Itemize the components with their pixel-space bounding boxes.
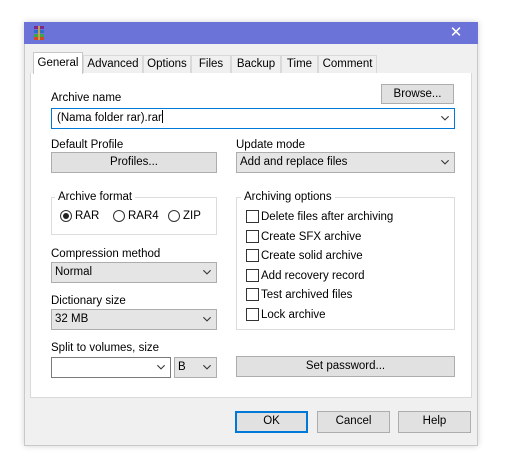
tab-comment[interactable]: Comment bbox=[318, 55, 377, 73]
update-mode-select[interactable]: Add and replace files bbox=[236, 152, 455, 173]
chevron-down-icon bbox=[202, 364, 212, 370]
update-mode-value: Add and replace files bbox=[240, 156, 348, 168]
dictionary-size-value: 32 MB bbox=[55, 313, 89, 325]
chevron-down-icon bbox=[202, 269, 212, 275]
archive-name-input[interactable]: (Nama folder rar).rar bbox=[51, 108, 455, 129]
tab-general[interactable]: General bbox=[33, 52, 83, 74]
radio-zip-label[interactable]: ZIP bbox=[183, 209, 201, 223]
split-volumes-unit-select[interactable]: B bbox=[174, 357, 217, 378]
radio-rar4[interactable] bbox=[113, 210, 125, 222]
radio-zip[interactable] bbox=[168, 210, 180, 222]
winrar-app-icon bbox=[34, 26, 44, 40]
compression-method-select[interactable]: Normal bbox=[51, 262, 217, 283]
ok-button[interactable]: OK bbox=[235, 411, 308, 433]
browse-button[interactable]: Browse... bbox=[381, 84, 454, 104]
tab-backup[interactable]: Backup bbox=[231, 55, 281, 73]
update-mode-label: Update mode bbox=[236, 139, 306, 151]
compression-method-label: Compression method bbox=[51, 248, 161, 260]
compression-method-value: Normal bbox=[55, 266, 93, 278]
radio-rar[interactable] bbox=[60, 210, 72, 222]
split-volumes-label: Split to volumes, size bbox=[51, 342, 160, 354]
checkbox-create-solid-label[interactable]: Create solid archive bbox=[261, 249, 363, 263]
checkbox-recovery-record-label[interactable]: Add recovery record bbox=[261, 269, 365, 283]
tab-files[interactable]: Files bbox=[191, 55, 231, 73]
checkbox-lock-archive[interactable] bbox=[246, 308, 259, 321]
checkbox-test-files[interactable] bbox=[246, 288, 259, 301]
checkbox-create-sfx[interactable] bbox=[246, 230, 259, 243]
profiles-button[interactable]: Profiles... bbox=[51, 152, 217, 173]
dictionary-size-select[interactable]: 32 MB bbox=[51, 309, 217, 330]
radio-rar-label[interactable]: RAR bbox=[75, 209, 99, 223]
default-profile-label: Default Profile bbox=[51, 139, 124, 151]
chevron-down-icon[interactable] bbox=[440, 109, 450, 128]
radio-rar4-label[interactable]: RAR4 bbox=[128, 209, 159, 223]
chevron-down-icon bbox=[202, 316, 212, 322]
tab-time[interactable]: Time bbox=[281, 55, 318, 73]
checkbox-lock-archive-label[interactable]: Lock archive bbox=[261, 308, 326, 322]
archive-name-label: Archive name bbox=[51, 92, 122, 104]
text-caret bbox=[161, 110, 163, 124]
checkbox-create-sfx-label[interactable]: Create SFX archive bbox=[261, 230, 361, 244]
archive-name-value: (Nama folder rar).rar bbox=[57, 112, 162, 124]
split-volumes-unit-value: B bbox=[178, 361, 186, 373]
help-button[interactable]: Help bbox=[398, 411, 471, 433]
tab-advanced[interactable]: Advanced bbox=[83, 55, 143, 73]
checkbox-create-solid[interactable] bbox=[246, 249, 259, 262]
chevron-down-icon bbox=[440, 159, 450, 165]
checkbox-recovery-record[interactable] bbox=[246, 269, 259, 282]
chevron-down-icon[interactable] bbox=[156, 358, 166, 377]
set-password-button[interactable]: Set password... bbox=[236, 356, 455, 377]
checkbox-delete-files-label[interactable]: Delete files after archiving bbox=[261, 210, 393, 224]
split-volumes-size-combo[interactable] bbox=[51, 357, 171, 378]
tab-options[interactable]: Options bbox=[143, 55, 191, 73]
close-icon[interactable]: ✕ bbox=[447, 23, 465, 43]
cancel-button[interactable]: Cancel bbox=[317, 411, 390, 433]
checkbox-delete-files[interactable] bbox=[246, 210, 259, 223]
title-bar bbox=[24, 22, 478, 44]
archive-format-title: Archive format bbox=[55, 190, 136, 204]
dictionary-size-label: Dictionary size bbox=[51, 295, 126, 307]
checkbox-test-files-label[interactable]: Test archived files bbox=[261, 288, 352, 302]
archiving-options-title: Archiving options bbox=[241, 190, 335, 204]
